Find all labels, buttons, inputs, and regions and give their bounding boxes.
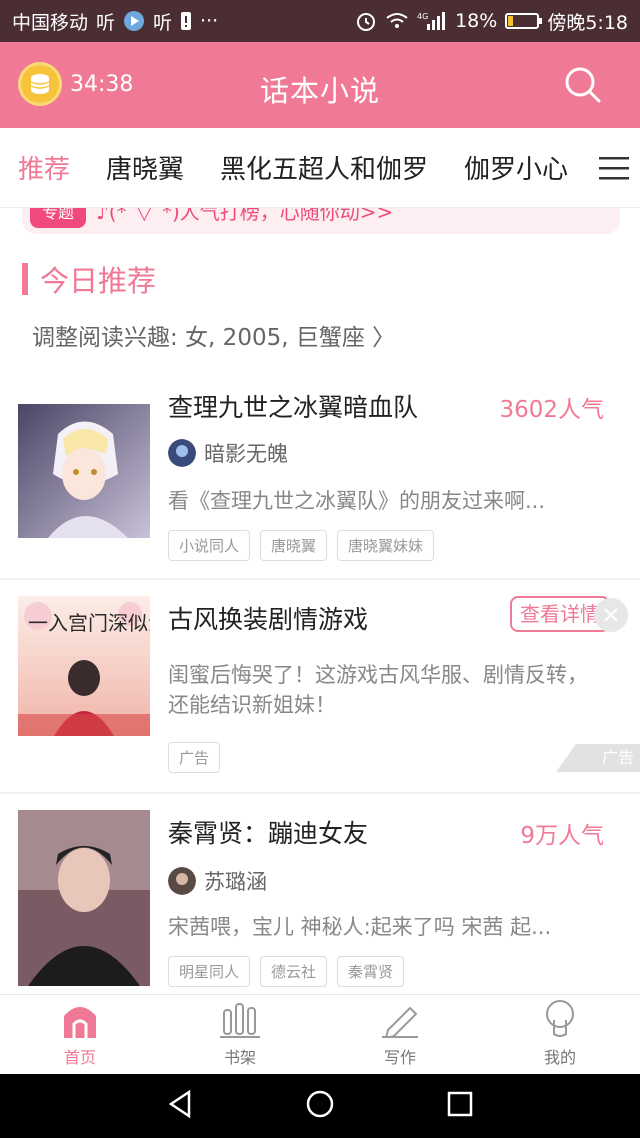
tag[interactable]: 秦霄贤	[337, 956, 405, 987]
tab-menu-button[interactable]	[588, 128, 640, 207]
close-icon	[604, 608, 618, 622]
nav-label: 书架	[223, 1048, 256, 1067]
section-header: 今日推荐	[22, 258, 156, 300]
ad-title[interactable]: 古风换装剧情游戏	[168, 600, 368, 636]
author-name: 苏璐涵	[204, 870, 267, 894]
recents-button[interactable]	[445, 1089, 475, 1123]
search-button[interactable]	[562, 64, 604, 106]
alarm-icon	[355, 10, 377, 32]
back-button[interactable]	[165, 1089, 195, 1123]
tab-tang-xiaoyi[interactable]: 唐晓翼	[106, 149, 184, 186]
book-cover[interactable]	[18, 810, 150, 986]
profile-icon	[546, 1000, 574, 1037]
reading-prefs-link[interactable]: 调整阅读兴趣: 女, 2005, 巨蟹座 〉	[32, 318, 395, 352]
app-notif-label: 听	[153, 11, 173, 34]
author-row[interactable]: 暗影无魄	[168, 438, 288, 468]
play-icon	[123, 10, 145, 32]
bookshelf-icon	[220, 1003, 260, 1038]
wifi-icon	[385, 11, 409, 31]
author-row[interactable]: 苏璐涵	[168, 866, 267, 896]
divider	[0, 578, 640, 580]
close-ad-button[interactable]	[594, 598, 628, 632]
bottom-nav: 首页 书架 写作 我的	[0, 994, 640, 1074]
pencil-icon	[382, 1006, 418, 1038]
popularity-count: 9万人气	[520, 823, 604, 849]
ad-cover[interactable]: 一入宫门深似海	[18, 596, 150, 736]
topic-banner[interactable]: 专题 ♪(*´▽`*)人气打榜，心随你动>>	[22, 208, 620, 234]
tag-list: 小说同人 唐晓翼 唐晓翼妹妹	[168, 530, 435, 561]
tab-recommend[interactable]: 推荐	[18, 149, 70, 186]
ad-tag: 广告	[168, 742, 221, 773]
status-bar: 中国移动 听 听 ··· 4G 18% 傍晚5:18	[0, 0, 640, 42]
system-nav-bar	[0, 1074, 640, 1138]
network-type: 4G	[417, 12, 428, 21]
ad-description: 闺蜜后悔哭了！这游戏古风华服、剧情反转，还能结识新姐妹！	[168, 663, 588, 717]
clock: 傍晚5:18	[547, 11, 628, 34]
section-accent-bar	[22, 263, 28, 295]
battery-percent: 18%	[455, 10, 498, 32]
author-avatar	[168, 439, 196, 467]
nav-label: 写作	[383, 1048, 416, 1067]
tag[interactable]: 德云社	[260, 956, 328, 987]
more-indicator: ···	[200, 10, 219, 32]
carrier-suffix: 听	[96, 11, 116, 34]
book-title[interactable]: 查理九世之冰翼暗血队	[168, 388, 418, 424]
popularity-count: 3602人气	[499, 397, 604, 423]
app-header: 34:38 话本小说	[0, 42, 640, 128]
author-avatar	[168, 867, 196, 895]
cover-text: 一入宫门深似海	[28, 611, 150, 635]
nav-label: 首页	[63, 1048, 96, 1067]
back-icon	[168, 1089, 191, 1119]
tag[interactable]: 小说同人	[168, 530, 251, 561]
nav-profile[interactable]: 我的	[480, 995, 640, 1074]
notification-icon	[180, 11, 192, 31]
carrier-label: 中国移动	[12, 11, 89, 34]
book-title[interactable]: 秦霄贤：蹦迪女友	[168, 814, 368, 850]
home-circle-icon	[306, 1090, 334, 1118]
tag[interactable]: 唐晓翼	[260, 530, 328, 561]
nav-bookshelf[interactable]: 书架	[160, 995, 320, 1074]
tag[interactable]: 明星同人	[168, 956, 251, 987]
nav-write[interactable]: 写作	[320, 995, 480, 1074]
tab-heihua[interactable]: 黑化五超人和伽罗	[220, 149, 428, 186]
divider	[0, 792, 640, 794]
home-icon	[64, 1007, 96, 1038]
nav-label: 我的	[543, 1048, 576, 1067]
menu-icon	[599, 157, 629, 180]
section-title: 今日推荐	[40, 264, 157, 298]
author-name: 暗影无魄	[204, 442, 288, 466]
book-cover[interactable]	[18, 404, 150, 538]
tag-list: 明星同人 德云社 秦霄贤	[168, 956, 405, 987]
book-description: 宋茜喂，宝儿 神秘人:起来了吗 宋茜 起...	[168, 915, 552, 939]
signal-icon: 4G	[417, 11, 447, 31]
home-button[interactable]	[305, 1089, 335, 1123]
topic-tag: 专题	[30, 208, 86, 228]
recents-icon	[447, 1091, 473, 1117]
category-tabs: 推荐 唐晓翼 黑化五超人和伽罗 伽罗小心	[0, 128, 640, 208]
tag-list: 广告	[168, 742, 221, 773]
book-description: 看《查理九世之冰翼队》的朋友过来啊...	[168, 489, 546, 513]
banner-text: ♪(*´▽`*)人气打榜，心随你动>>	[96, 208, 394, 224]
search-icon	[565, 67, 601, 103]
battery-icon	[505, 13, 543, 29]
tab-jialuo[interactable]: 伽罗小心	[464, 149, 568, 186]
tag[interactable]: 唐晓翼妹妹	[337, 530, 435, 561]
ad-badge: 广告	[556, 744, 640, 772]
app-title: 话本小说	[259, 74, 380, 108]
nav-home[interactable]: 首页	[0, 995, 160, 1074]
